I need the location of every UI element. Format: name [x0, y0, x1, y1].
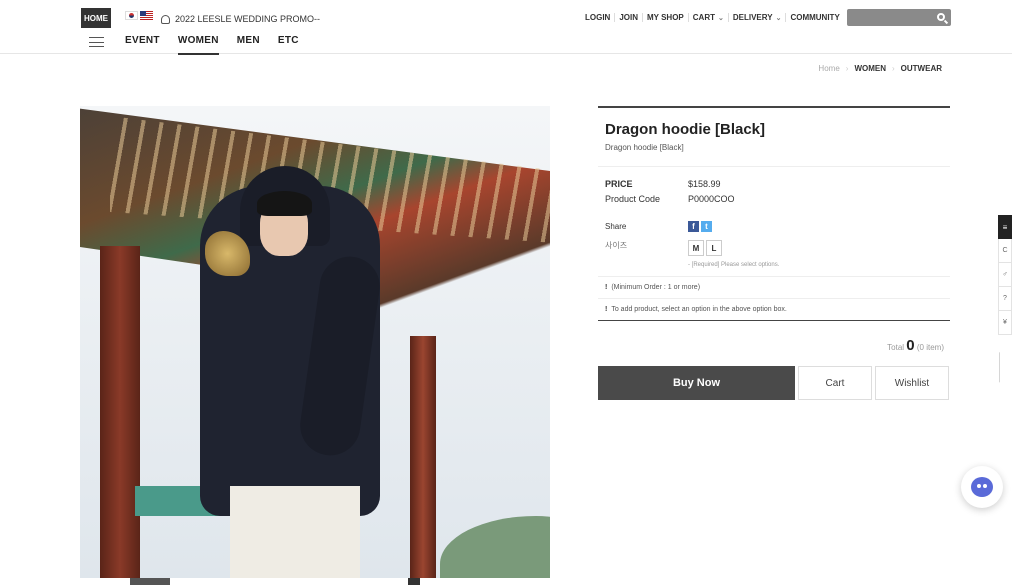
buy-now-button[interactable]: Buy Now — [598, 366, 795, 400]
breadcrumb-outwear[interactable]: OUTWEAR — [901, 64, 942, 73]
share-row: Share f t — [605, 221, 950, 232]
divider — [598, 276, 950, 277]
cart-label: CART — [692, 13, 715, 22]
facebook-icon[interactable]: f — [688, 221, 699, 232]
size-options: M L — [688, 240, 722, 256]
breadcrumb-women[interactable]: WOMEN — [854, 64, 886, 73]
category-event[interactable]: EVENT — [125, 35, 160, 55]
top-bar: HOME 2022 LEESLE WEDDING PROMO-- EVENT W… — [0, 0, 1012, 55]
community-label: COMMUNITY — [790, 13, 840, 22]
price-row: PRICE $158.99 — [605, 179, 950, 189]
us-flag-icon[interactable] — [140, 11, 153, 20]
side-menu-toggle[interactable]: ≡ — [998, 215, 1012, 239]
notice-add-product: ! To add product, select an option in th… — [605, 306, 950, 313]
info-top-divider — [598, 106, 950, 108]
notice-add-text: To add product, select an option in the … — [611, 306, 787, 313]
image-hair — [257, 191, 312, 216]
join-label: JOIN — [619, 13, 639, 22]
search-input[interactable] — [847, 10, 931, 28]
exclamation-icon: ! — [605, 306, 608, 313]
product-image[interactable] — [80, 106, 550, 578]
divider — [598, 298, 950, 299]
side-menu-item[interactable]: ? — [998, 287, 1012, 311]
search-box — [847, 9, 951, 28]
hamburger-menu-icon[interactable] — [89, 37, 104, 47]
size-required-note: - [Required] Please select options. — [688, 262, 780, 268]
side-menu-item[interactable]: ♂ — [998, 263, 1012, 287]
product-title: Dragon hoodie [Black] — [605, 121, 766, 138]
product-code-label: Product Code — [605, 194, 661, 204]
login-link[interactable]: LOGIN — [585, 13, 614, 22]
korean-flag-icon[interactable] — [125, 11, 138, 20]
total-count: 0 — [906, 337, 915, 354]
promo-text: 2022 LEESLE WEDDING PROMO-- — [175, 14, 321, 24]
promo-banner[interactable]: 2022 LEESLE WEDDING PROMO-- — [161, 14, 320, 24]
thumbnail[interactable] — [130, 578, 170, 585]
size-option-m[interactable]: M — [688, 240, 704, 256]
side-quick-menu: ≡ C ♂ ? ¥ — [998, 215, 1012, 335]
product-code-row: Product Code P0000COO — [605, 194, 950, 204]
divider — [598, 166, 950, 167]
chevron-down-icon: ⌄ — [717, 14, 724, 22]
price-value: $158.99 — [688, 179, 721, 189]
utility-nav: LOGIN JOIN MY SHOP CART ⌄ DELIVERY ⌄ COMMU… — [585, 13, 844, 22]
cart-link[interactable]: CART ⌄ — [687, 13, 728, 22]
join-link[interactable]: JOIN — [614, 13, 642, 22]
search-icon[interactable] — [937, 13, 945, 21]
size-option-l[interactable]: L — [706, 240, 722, 256]
home-button[interactable]: HOME — [81, 8, 111, 28]
notice-minimum-order: ! (Minimum Order : 1 or more) — [605, 284, 950, 291]
chat-button[interactable] — [961, 466, 1003, 508]
total-summary: Total 0 (0 item) — [598, 337, 944, 354]
breadcrumb-separator: › — [845, 64, 849, 73]
exclamation-icon: ! — [605, 284, 608, 291]
scroll-arrows-icon[interactable] — [999, 347, 1012, 383]
size-label: 사이즈 — [605, 241, 628, 250]
login-label: LOGIN — [585, 13, 611, 22]
image-pillar — [410, 336, 436, 578]
community-link[interactable]: COMMUNITY — [785, 13, 843, 22]
size-row: 사이즈 M L — [605, 240, 950, 256]
action-buttons: Buy Now Cart Wishlist — [598, 366, 950, 400]
share-buttons: f t — [688, 221, 712, 232]
twitter-icon[interactable]: t — [701, 221, 712, 232]
share-label: Share — [605, 222, 627, 231]
category-etc[interactable]: ETC — [278, 35, 299, 55]
category-nav: EVENT WOMEN MEN ETC — [125, 35, 299, 55]
image-pillar — [100, 246, 140, 578]
divider — [598, 320, 950, 321]
total-items: (0 item) — [916, 343, 944, 352]
total-label: Total — [887, 343, 905, 352]
product-subtitle: Dragon hoodie [Black] — [605, 143, 684, 152]
my-shop-link[interactable]: MY SHOP — [642, 13, 688, 22]
price-label: PRICE — [605, 179, 633, 189]
delivery-link[interactable]: DELIVERY ⌄ — [727, 13, 786, 22]
bell-icon — [161, 14, 170, 24]
side-menu-item[interactable]: C — [998, 239, 1012, 263]
delivery-label: DELIVERY — [732, 13, 773, 22]
add-to-cart-button[interactable]: Cart — [798, 366, 872, 400]
breadcrumb-home[interactable]: Home — [818, 64, 839, 73]
my-shop-label: MY SHOP — [647, 13, 684, 22]
wishlist-button[interactable]: Wishlist — [875, 366, 949, 400]
chevron-down-icon: ⌄ — [775, 14, 782, 22]
product-code-value: P0000COO — [688, 194, 735, 204]
breadcrumb-separator: › — [892, 64, 895, 73]
category-men[interactable]: MEN — [237, 35, 260, 55]
breadcrumb: Home › WOMEN › OUTWEAR — [818, 64, 942, 73]
category-women[interactable]: WOMEN — [177, 35, 219, 55]
product-info: Dragon hoodie [Black] Dragon hoodie [Bla… — [598, 106, 950, 400]
image-pants — [230, 486, 360, 578]
side-menu-item[interactable]: ¥ — [998, 311, 1012, 335]
notice-minimum-text: (Minimum Order : 1 or more) — [611, 284, 701, 291]
thumbnail[interactable] — [408, 578, 420, 585]
chat-icon — [971, 477, 993, 497]
